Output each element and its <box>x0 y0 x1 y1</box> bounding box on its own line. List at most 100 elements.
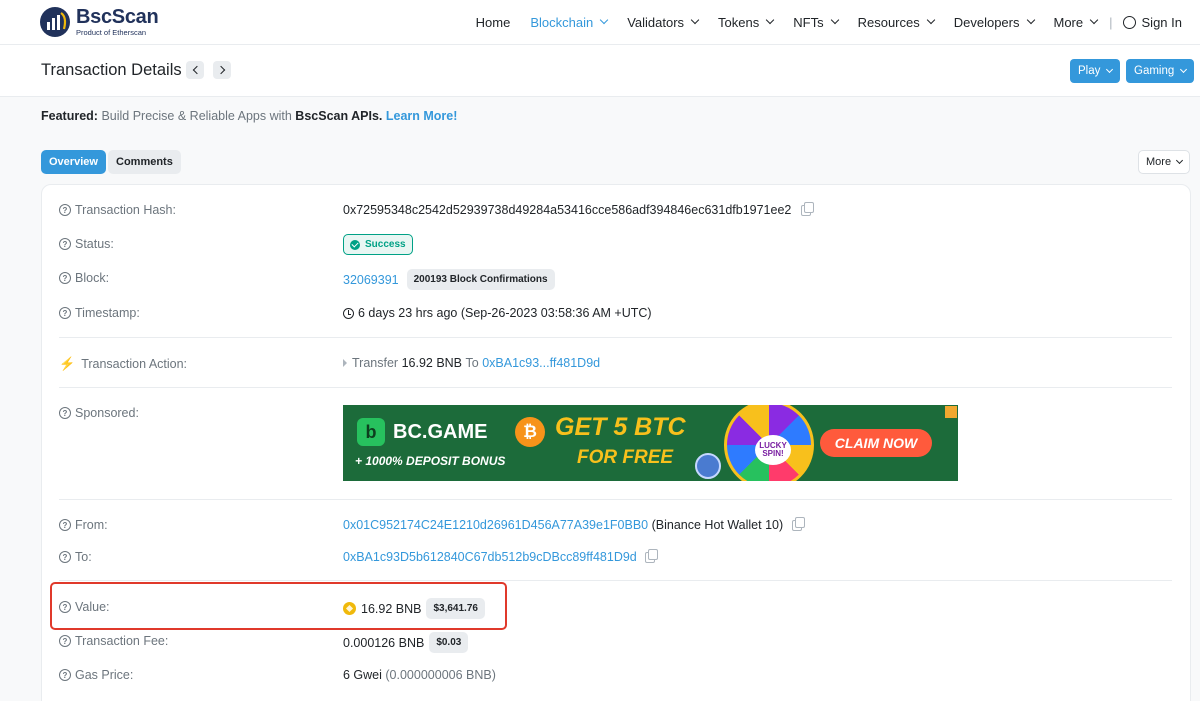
copy-icon[interactable] <box>644 548 658 563</box>
ad-claim-button[interactable]: CLAIM NOW <box>820 429 932 457</box>
nav-separator: | <box>1109 14 1113 30</box>
divider <box>59 499 1172 500</box>
ad-headline: GET 5 BTC <box>555 413 686 441</box>
status-label: ? Status: <box>59 237 114 251</box>
nav-tokens[interactable]: Tokens <box>718 14 775 30</box>
question-icon[interactable]: ? <box>59 272 71 284</box>
from-address-name: (Binance Hot Wallet 10) <box>651 518 784 532</box>
action-address-link[interactable]: 0xBA1c93...ff481D9d <box>482 356 600 370</box>
previous-transaction-button[interactable] <box>186 61 204 79</box>
question-icon[interactable]: ? <box>59 669 71 681</box>
nav-developers[interactable]: Developers <box>953 14 1035 30</box>
chevron-down-icon <box>599 15 609 25</box>
chevron-down-icon <box>1089 15 1099 25</box>
tab-comments[interactable]: Comments <box>108 150 181 174</box>
question-icon[interactable]: ? <box>59 407 71 419</box>
chevron-left-icon <box>192 65 201 75</box>
fee-amount: 0.000126 BNB <box>343 635 425 650</box>
question-icon[interactable]: ? <box>59 204 71 216</box>
to-label-text: To: <box>75 550 92 564</box>
learn-more-link[interactable]: Learn More! <box>386 109 458 123</box>
ad-subheadline: FOR FREE <box>577 447 674 468</box>
bscscan-logo-icon <box>40 7 70 37</box>
question-icon[interactable]: ? <box>59 635 71 647</box>
divider <box>59 387 1172 388</box>
transaction-action-value: Transfer 16.92 BNB To 0xBA1c93...ff481D9… <box>343 356 600 370</box>
chevron-down-icon <box>766 15 775 25</box>
question-icon[interactable]: ? <box>59 551 71 563</box>
transaction-action-label: ⚡ Transaction Action: <box>59 356 187 372</box>
ad-close-icon[interactable] <box>945 406 957 418</box>
top-navbar: BscScan Product of Etherscan Home Blockc… <box>0 0 1200 45</box>
sponsored-ad-banner[interactable]: b BC.GAME + 1000% DEPOSIT BONUS ₿ GET 5 … <box>343 405 958 481</box>
logo-title: BscScan <box>76 6 159 29</box>
copy-icon[interactable] <box>801 201 815 216</box>
caret-right-icon <box>343 359 347 367</box>
nav-resources[interactable]: Resources <box>857 14 935 30</box>
gas-price-label-text: Gas Price: <box>75 668 134 682</box>
featured-text: Build Precise & Reliable Apps with <box>101 109 292 123</box>
nav-tokens-label: Tokens <box>718 14 760 30</box>
play-label: Play <box>1078 65 1101 77</box>
featured-brand: BscScan APIs. <box>295 109 383 123</box>
more-dropdown-button[interactable]: More <box>1138 150 1190 174</box>
gas-price-value: 6 Gwei (0.000000006 BNB) <box>343 668 496 682</box>
nav-home[interactable]: Home <box>476 15 511 30</box>
to-address-link[interactable]: 0xBA1c93D5b612840C67db512b9cDBcc89ff481D… <box>343 550 637 564</box>
question-icon[interactable]: ? <box>59 519 71 531</box>
status-badge: Success <box>343 234 413 255</box>
question-icon[interactable]: ? <box>59 238 71 250</box>
gaming-label: Gaming <box>1134 65 1175 77</box>
main-nav: Home Blockchain Validators Tokens NFTs R… <box>456 0 1182 44</box>
nav-resources-label: Resources <box>857 14 920 30</box>
bscscan-logo[interactable]: BscScan Product of Etherscan <box>40 6 159 38</box>
nav-developers-label: Developers <box>953 14 1020 30</box>
value-highlight-box <box>50 582 507 630</box>
chevron-down-icon <box>1106 65 1114 74</box>
gas-price-bnb: (0.000000006 BNB) <box>385 668 496 682</box>
timestamp-label-text: Timestamp: <box>75 306 140 320</box>
next-transaction-button[interactable] <box>213 61 231 79</box>
transaction-hash-label-text: Transaction Hash: <box>75 203 176 217</box>
from-value: 0x01C952174C24E1210d26961D456A77A39e1F0B… <box>343 516 806 532</box>
block-number-link[interactable]: 32069391 <box>343 273 399 287</box>
page-title: Transaction Details <box>41 61 182 79</box>
divider <box>59 337 1172 338</box>
action-verb: Transfer <box>352 356 399 370</box>
nav-nfts-label: NFTs <box>793 14 824 30</box>
gas-price-label: ? Gas Price: <box>59 668 133 682</box>
nav-home-label: Home <box>475 14 511 30</box>
lightning-icon: ⚡ <box>59 356 76 371</box>
clock-icon <box>343 307 354 319</box>
nav-more[interactable]: More <box>1053 14 1099 30</box>
bitcoin-icon: ₿ <box>515 417 545 447</box>
chevron-down-icon <box>1180 65 1188 74</box>
chevron-down-icon <box>690 15 700 25</box>
transaction-hash: 0x72595348c2542d52939738d49284a53416cce5… <box>343 203 792 217</box>
copy-icon[interactable] <box>792 516 806 531</box>
from-address-link[interactable]: 0x01C952174C24E1210d26961D456A77A39e1F0B… <box>343 518 648 532</box>
transaction-fee-value: 0.000126 BNB $0.03 <box>343 632 469 653</box>
check-circle-icon <box>350 239 360 250</box>
nav-nfts[interactable]: NFTs <box>793 14 839 30</box>
chevron-down-icon <box>1026 15 1035 25</box>
gas-price: 6 Gwei <box>343 668 382 682</box>
nav-validators[interactable]: Validators <box>627 15 700 30</box>
chevron-down-icon <box>926 15 935 25</box>
nav-blockchain[interactable]: Blockchain <box>530 15 609 30</box>
tab-overview[interactable]: Overview <box>41 150 106 174</box>
block-value: 32069391 200193 Block Confirmations <box>343 269 555 290</box>
to-label: ? To: <box>59 550 92 564</box>
sign-in-button[interactable]: Sign In <box>1122 15 1182 30</box>
bcgame-logo-icon: b <box>357 418 385 446</box>
nav-more-label: More <box>1053 14 1084 30</box>
block-label: ? Block: <box>59 271 109 285</box>
from-label-text: From: <box>75 518 108 532</box>
gem-icon <box>695 453 721 479</box>
play-dropdown-button[interactable]: Play <box>1070 59 1121 83</box>
question-icon[interactable]: ? <box>59 307 71 319</box>
transaction-action-label-text: Transaction Action: <box>81 357 188 371</box>
gaming-dropdown-button[interactable]: Gaming <box>1126 59 1195 83</box>
ad-brand: BC.GAME <box>393 421 488 443</box>
logo-subtitle: Product of Etherscan <box>76 28 147 38</box>
